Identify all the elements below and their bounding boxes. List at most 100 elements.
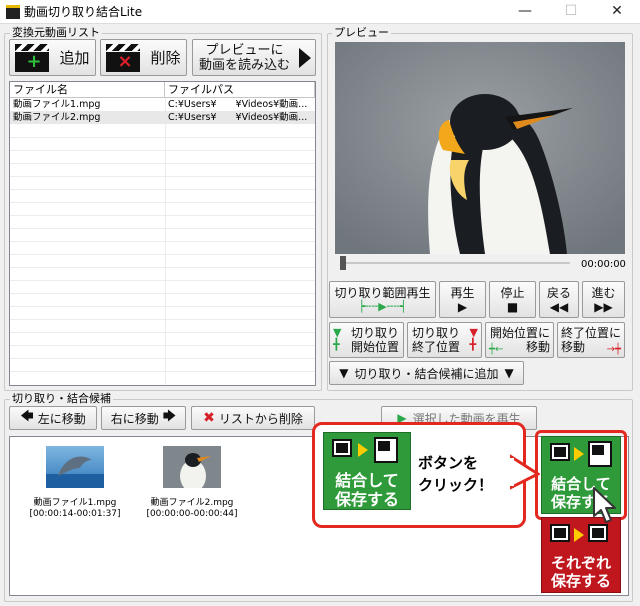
range-play-icon: ┝╌╌▶╌╌┥ <box>358 299 407 313</box>
range-play-button[interactable]: 切り取り範囲再生 ┝╌╌▶╌╌┥ <box>329 281 436 318</box>
film-icon <box>550 443 570 461</box>
row-filename: 動画ファイル1.mpg <box>13 99 101 110</box>
down-arrow-icon: ▼ <box>339 366 349 380</box>
clapper-add-icon: + <box>15 43 50 72</box>
row-filepath: C:¥Users¥ ¥Videos¥動画... <box>168 99 308 110</box>
move-end-label-line2: 移動 <box>561 340 586 354</box>
add-to-candidates-button[interactable]: ▼ 切り取り・結合候補に追加 ▼ <box>329 361 524 385</box>
move-start-label-line2: 移動 <box>525 340 550 354</box>
right-arrow-icon: 🡆 <box>162 409 177 424</box>
load-preview-label-line2: 動画を読み込む <box>199 57 291 73</box>
app-icon <box>6 5 20 19</box>
source-list-label: 変換元動画リスト <box>10 26 102 39</box>
candidate-range: [00:00:00-00:00:44] <box>146 509 238 519</box>
range-play-label: 切り取り範囲再生 <box>334 285 431 300</box>
arrow-icon <box>358 443 368 457</box>
seek-track[interactable] <box>340 262 570 264</box>
set-cut-end-button[interactable]: ▼ ╋ 切り取り 終了位置 <box>407 322 482 358</box>
play-button[interactable]: 再生 ▶ <box>439 281 486 318</box>
candidate-name: 動画ファイル2.mpg <box>150 498 234 508</box>
callout-line2: クリック！ <box>418 476 494 494</box>
back-button[interactable]: 戻る ◀◀ <box>539 281 579 318</box>
maximize-icon[interactable]: ☐ <box>548 0 594 24</box>
row-filename: 動画ファイル2.mpg <box>13 112 101 123</box>
candidate-range: [00:00:14-00:01:37] <box>29 509 121 519</box>
load-preview-button[interactable]: プレビューに 動画を読み込む <box>192 39 316 76</box>
add-button[interactable]: + 追加 <box>9 39 96 76</box>
cut-end-label-line2: 終了位置 <box>412 340 461 354</box>
forward-label: 進む <box>591 285 616 300</box>
play-label: 再生 <box>450 285 475 300</box>
stop-label: 停止 <box>500 285 525 300</box>
fast-forward-icon: ▶▶ <box>594 299 613 314</box>
move-right-label: 右に移動 <box>110 411 159 426</box>
film-icon-merged <box>374 437 398 463</box>
column-header-filepath[interactable]: ファイルパス <box>165 82 315 98</box>
clapper-delete-icon: × <box>106 43 141 72</box>
delete-button-label: 削除 <box>150 49 181 67</box>
cut-start-label-line2: 開始位置 <box>350 340 399 354</box>
merge-illustration-line1: 結合して <box>335 471 399 490</box>
merge-illustration-line2: 保存する <box>334 490 399 509</box>
cut-start-icon: ▼ ╋ <box>333 326 342 351</box>
forward-button[interactable]: 進む ▶▶ <box>582 281 625 318</box>
move-end-label-line1: 終了位置に <box>561 326 622 340</box>
stop-icon: ■ <box>506 299 519 314</box>
cut-end-icon: ▼ ╋ <box>469 326 478 351</box>
candidates-label: 切り取り・結合候補 <box>10 392 113 405</box>
cut-end-label-line1: 切り取り <box>412 326 461 340</box>
candidate-name: 動画ファイル1.mpg <box>33 498 117 508</box>
left-arrow-icon: 🡄 <box>20 409 34 424</box>
delete-button[interactable]: × 削除 <box>100 39 187 76</box>
penguin-thumbnail <box>163 446 221 488</box>
row-filepath: C:¥Users¥ ¥Videos¥動画... <box>168 112 308 123</box>
window-title: 動画切り取り結合Lite <box>24 5 143 19</box>
set-cut-start-button[interactable]: ▼ ╋ 切り取り 開始位置 <box>329 322 404 358</box>
seek-handle[interactable] <box>340 256 346 270</box>
penguin-image <box>335 42 625 254</box>
candidate-item[interactable]: 動画ファイル2.mpg [00:00:00-00:00:44] <box>137 446 247 520</box>
time-readout: 00:00:00 <box>581 259 626 270</box>
column-header-filename[interactable]: ファイル名 <box>10 82 165 98</box>
move-end-icon: →┿ <box>606 344 621 355</box>
move-left-button[interactable]: 🡄 左に移動 <box>9 406 97 430</box>
remove-from-list-label: リストから削除 <box>218 411 303 426</box>
source-file-table[interactable]: ファイル名 ファイルパス 動画ファイル1.mpg C:¥Users¥ ¥Vide… <box>9 81 316 386</box>
stop-button[interactable]: 停止 ■ <box>489 281 536 318</box>
rewind-icon: ◀◀ <box>549 299 569 314</box>
mouse-cursor-icon <box>593 487 616 523</box>
separate-label-line1: それぞれ <box>550 554 611 572</box>
add-button-label: 追加 <box>59 49 90 67</box>
play-icon: ▶ <box>457 299 468 314</box>
load-preview-label-line1: プレビューに <box>205 42 284 58</box>
table-row[interactable]: 動画ファイル2.mpg C:¥Users¥ ¥Videos¥動画... <box>10 111 315 124</box>
video-preview <box>335 42 625 254</box>
arrow-icon <box>574 447 584 461</box>
film-icon <box>550 524 570 542</box>
play-arrow-icon <box>299 48 311 68</box>
callout-text: ボタンを クリック！ <box>418 452 493 496</box>
title-bar: 動画切り取り結合Lite — ☐ ✕ <box>0 0 640 24</box>
move-to-start-button[interactable]: 開始位置に 移動 ┿← <box>485 322 554 358</box>
move-left-label: 左に移動 <box>37 411 86 426</box>
minimize-icon[interactable]: — <box>502 0 548 24</box>
add-to-candidates-label: 切り取り・結合候補に追加 <box>354 366 499 381</box>
table-row[interactable]: 動画ファイル1.mpg C:¥Users¥ ¥Videos¥動画... <box>10 98 315 111</box>
callout-line1: ボタンを <box>418 454 479 472</box>
separate-label-line2: 保存する <box>550 572 611 590</box>
remove-x-icon: ✖ <box>203 410 215 426</box>
close-icon[interactable]: ✕ <box>594 0 640 24</box>
move-right-button[interactable]: 右に移動 🡆 <box>101 406 186 430</box>
move-start-icon: ┿← <box>489 344 504 355</box>
separate-save-button[interactable]: それぞれ 保存する <box>541 517 621 593</box>
preview-label: プレビュー <box>332 26 391 39</box>
candidate-item[interactable]: 動画ファイル1.mpg [00:00:14-00:01:37] <box>20 446 130 520</box>
merge-save-button-illustration: 結合して 保存する <box>323 432 411 510</box>
remove-from-list-button[interactable]: ✖ リストから削除 <box>191 406 315 430</box>
down-arrow-icon-right: ▼ <box>504 366 514 380</box>
arrow-icon <box>574 528 584 542</box>
dolphin-thumbnail <box>46 446 104 488</box>
back-label: 戻る <box>546 285 571 300</box>
move-start-label-line1: 開始位置に <box>489 326 550 340</box>
move-to-end-button[interactable]: 終了位置に 移動 →┿ <box>557 322 625 358</box>
